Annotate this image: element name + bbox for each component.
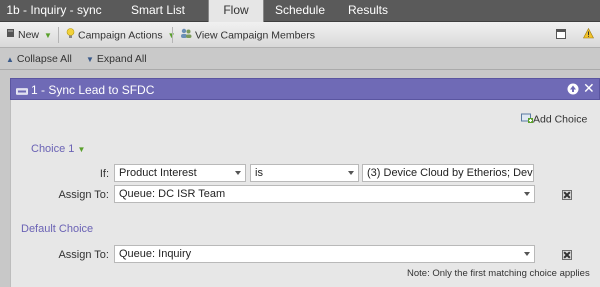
tab-flow[interactable]: Flow [208,0,264,23]
people-icon [180,28,192,43]
add-choice-button[interactable]: Add Choice [521,113,587,126]
expand-icon: ▼ [86,55,94,64]
chevron-down-icon [524,252,530,256]
attribute-value: Product Interest [119,167,197,179]
toolbar: New ▼ Campaign Actions ▼ View Campaign M… [0,22,600,48]
chevron-down-icon: ▼ [77,145,86,154]
delete-default-choice-button[interactable] [562,250,572,260]
flow-step-body: Add Choice Choice 1 ▼ If: Product Intere… [10,100,600,287]
choice-value-input[interactable]: (3) Device Cloud by Etherios; Device Cl [362,164,534,182]
collapse-all-button[interactable]: ▲ Collapse All [6,53,72,65]
drag-handle-icon[interactable] [15,86,29,98]
collapse-icon: ▲ [6,55,14,64]
chevron-down-icon: ▼ [43,31,52,40]
chevron-down-icon [524,192,530,196]
campaign-actions-button[interactable]: Campaign Actions ▼ [66,28,175,42]
chevron-down-icon [348,171,354,175]
expand-all-button[interactable]: ▼ Expand All [86,53,147,65]
close-icon[interactable]: ✕ [583,80,595,96]
tab-schedule[interactable]: Schedule [264,0,336,22]
assign-to-label: Assign To: [58,189,109,201]
operator-select[interactable]: is [250,164,359,182]
window-icon[interactable] [556,29,566,42]
default-assign-select[interactable]: Queue: Inquiry [114,245,535,263]
new-icon [6,28,15,42]
tab-campaign-name[interactable]: 1b - Inquiry - sync [0,0,108,22]
choice-note: Note: Only the first matching choice app… [407,268,590,279]
flow-subtoolbar: ▲ Collapse All ▼ Expand All [0,48,600,70]
if-label: If: [99,168,109,180]
default-assign-value: Queue: Inquiry [119,248,192,260]
tab-bar: 1b - Inquiry - sync Smart List Flow Sche… [0,0,600,23]
delete-choice-1-button[interactable] [562,190,572,200]
new-button[interactable]: New ▼ [6,28,52,42]
add-choice-label: Add Choice [533,113,588,126]
operator-value: is [255,167,263,179]
expand-all-label: Expand All [96,53,147,65]
lightbulb-icon [66,28,75,43]
tab-results[interactable]: Results [336,0,400,22]
toolbar-divider [58,27,59,43]
choice-1-assign-select[interactable]: Queue: DC ISR Team [114,185,535,203]
campaign-actions-label: Campaign Actions [78,29,163,42]
choice-value: (3) Device Cloud by Etherios; Device Cl [367,167,533,179]
flow-step-title: 1 - Sync Lead to SFDC [31,83,155,97]
attribute-select[interactable]: Product Interest [114,164,246,182]
view-campaign-members-label: View Campaign Members [195,29,316,42]
default-choice-title: Default Choice [21,223,94,235]
tab-smart-list[interactable]: Smart List [108,0,208,22]
choice-1-assign-value: Queue: DC ISR Team [119,188,226,200]
chevron-down-icon [235,171,241,175]
choice-1-label: Choice 1 [31,143,75,155]
choice-1-title[interactable]: Choice 1 ▼ [31,143,85,155]
warning-icon[interactable] [583,27,594,42]
collapse-all-label: Collapse All [16,53,72,65]
new-label: New [18,29,40,41]
toolbar-divider [172,27,173,43]
move-up-icon[interactable] [567,83,579,98]
add-choice-icon [521,113,533,126]
default-assign-to-label: Assign To: [58,249,109,261]
view-campaign-members-button[interactable]: View Campaign Members [180,28,315,42]
flow-step-header[interactable]: 1 - Sync Lead to SFDC ✕ [10,78,600,100]
